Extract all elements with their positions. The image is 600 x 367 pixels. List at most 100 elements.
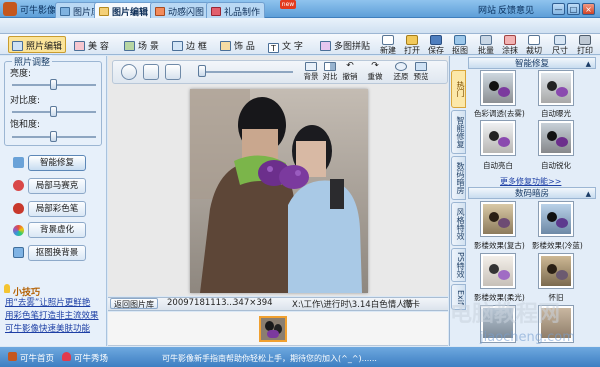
cutout-icon	[454, 35, 466, 45]
save-icon	[430, 35, 442, 45]
rotate-button[interactable]	[121, 64, 137, 80]
zoom-slider[interactable]	[198, 65, 206, 77]
edited-photo[interactable]	[190, 89, 368, 293]
tool-accessory[interactable]: 饰 品	[220, 37, 255, 53]
effect-label-auto-exposure: 自动曝光	[541, 109, 571, 118]
fit-screen-button[interactable]	[143, 64, 159, 80]
effect-thumb-auto-sharpen[interactable]	[538, 120, 574, 156]
local-color-pen-button[interactable]: 局部彩色笔	[28, 201, 86, 217]
new-file-icon	[382, 35, 394, 45]
home-link[interactable]: 可牛首页	[20, 352, 54, 364]
resize-button[interactable]: 尺寸	[548, 35, 572, 55]
feedback-link[interactable]: 反馈意见	[498, 3, 534, 16]
smart-repair-button[interactable]: 智能修复	[28, 155, 86, 171]
actual-size-button[interactable]	[165, 64, 181, 80]
effect-thumb-nostalgia[interactable]	[538, 253, 574, 289]
collapse-icon: ▲	[585, 60, 591, 68]
side-tab-hot[interactable]: 热门	[451, 70, 466, 108]
tip-link-1[interactable]: 用“去雾”让照片更鲜艳	[5, 296, 90, 308]
photo-edit-icon	[12, 41, 23, 51]
effect-thumb-auto-whiten[interactable]	[480, 120, 516, 156]
new-button[interactable]: 新建	[376, 35, 400, 55]
home-icon	[8, 352, 17, 361]
cutout-replace-bg-button[interactable]: 抠图换背景	[28, 245, 86, 261]
show-link[interactable]: 可牛秀场	[74, 352, 108, 364]
effect-thumb-dehaze[interactable]	[480, 70, 516, 106]
undo-button[interactable]: ↶ 撤销	[341, 62, 359, 82]
tab-animated-gif[interactable]: 动感闪图	[150, 2, 210, 18]
redo-button[interactable]: ↷ 重做	[366, 62, 384, 82]
effect-label-studio-retro: 影楼效果(复古)	[474, 241, 525, 250]
replace-background-icon	[13, 247, 24, 258]
file-name: 20097181113...	[167, 298, 235, 308]
saturation-slider[interactable]	[50, 131, 57, 142]
compare-button[interactable]: 对比	[321, 62, 339, 82]
batch-button[interactable]: 批量	[474, 35, 498, 55]
maximize-button[interactable]: □	[567, 3, 580, 15]
library-icon	[60, 7, 70, 16]
background-tool-button[interactable]: 背景	[302, 62, 320, 82]
printer-icon	[579, 35, 591, 45]
tip-link-3[interactable]: 可牛影像快速美肤功能	[5, 322, 90, 334]
close-button[interactable]: ×	[582, 3, 595, 15]
side-tab-smart-repair[interactable]: 智能修复	[451, 110, 466, 154]
tip-link-2[interactable]: 用彩色笔打造非主流效果	[5, 309, 99, 321]
crop-button[interactable]: 裁切	[522, 35, 546, 55]
status-tail: 微卡	[403, 300, 421, 310]
watermark-logo: 电脑教程网	[450, 302, 561, 327]
tab-photo-edit[interactable]: 图片编辑	[94, 2, 154, 18]
smudge-button[interactable]: 涂抹	[498, 35, 522, 55]
edit-icon	[99, 7, 109, 16]
scene-icon	[124, 41, 135, 51]
animation-icon	[155, 7, 165, 16]
effect-thumb-studio-retro[interactable]	[480, 201, 516, 237]
effect-thumb-auto-exposure[interactable]	[538, 70, 574, 106]
batch-icon	[480, 35, 492, 45]
preview-button[interactable]: 预览	[412, 62, 430, 82]
heart-icon	[62, 352, 71, 361]
redo-icon: ↷	[371, 61, 379, 71]
contrast-label: 对比度:	[10, 96, 41, 106]
folder-icon	[406, 35, 418, 45]
back-to-library-button[interactable]: 返回图片库	[110, 298, 158, 309]
more-repair-link[interactable]: 更多修复功能>>	[500, 176, 561, 187]
selected-thumbnail[interactable]	[259, 316, 287, 342]
cutout-button[interactable]: 抠图	[448, 35, 472, 55]
side-tab-style-effects[interactable]: 风格特效	[451, 202, 466, 246]
preview-icon	[415, 62, 427, 71]
smart-repair-section-header[interactable]: 智能修复 ▲	[468, 57, 596, 69]
website-link[interactable]: 网站	[478, 3, 496, 16]
side-tab-darkroom[interactable]: 数码暗房	[451, 156, 466, 200]
open-button[interactable]: 打开	[400, 35, 424, 55]
text-icon: T	[268, 43, 279, 53]
darkroom-section-header[interactable]: 数码暗房 ▲	[468, 187, 596, 199]
compare-icon	[324, 62, 336, 71]
tab-gift-maker[interactable]: 礼品制作	[206, 2, 266, 18]
marquee-text: 可牛影像新手指南帮助你轻松上手，期待您的加入(^_^)......	[162, 354, 377, 363]
tool-frame[interactable]: 边 框	[172, 37, 207, 53]
minimize-button[interactable]: —	[552, 3, 565, 15]
tab-strip	[0, 18, 600, 34]
effect-thumb-studio-cool-blue[interactable]	[538, 201, 574, 237]
photo-illustration	[190, 89, 368, 293]
accessory-icon	[220, 41, 231, 51]
image-dimensions: 347×394	[233, 298, 273, 308]
background-blur-button[interactable]: 背景虚化	[28, 222, 86, 238]
tool-photo-edit[interactable]: 照片编辑	[8, 36, 67, 53]
tool-collage[interactable]: 多图拼贴	[320, 37, 370, 53]
frame-icon	[172, 41, 183, 51]
print-button[interactable]: 打印	[573, 35, 597, 55]
tool-scene[interactable]: 场 景	[124, 37, 159, 53]
saturation-label: 饱和度:	[10, 120, 41, 130]
local-mosaic-button[interactable]: 局部马赛克	[28, 178, 86, 194]
resize-icon	[554, 35, 566, 45]
app-logo-icon	[3, 2, 17, 16]
side-tab-ps-effects[interactable]: PS特效	[451, 248, 466, 282]
tool-text[interactable]: T文 字	[268, 37, 303, 53]
brightness-slider[interactable]	[50, 79, 57, 90]
save-button[interactable]: 保存	[424, 35, 448, 55]
contrast-slider[interactable]	[50, 106, 57, 117]
effect-thumb-studio-soft[interactable]	[480, 253, 516, 289]
restore-button[interactable]: 还原	[392, 62, 410, 82]
tool-beauty[interactable]: 美 容	[74, 37, 109, 53]
